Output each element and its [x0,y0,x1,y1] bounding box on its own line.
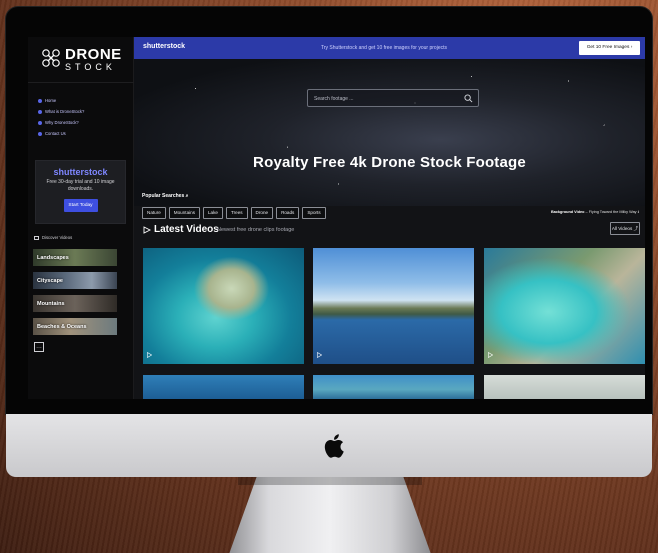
nav-label: Why DroneStock? [45,120,79,125]
promo-text: Free 30-day trial and 10 image downloads… [46,179,115,192]
popular-searches-label: Popular Searches ⌕ [142,193,188,199]
nav-item-contact[interactable]: Contact Us [38,128,84,139]
monitor-bezel: DRONE STOCK Home What is DroneStock? Why… [6,7,652,414]
download-icon[interactable]: ⭳ [638,210,639,214]
chip-lake[interactable]: Lake [203,207,223,219]
main-content: shutterstock Try Shutterstock and get 10… [134,37,645,399]
video-card-misty[interactable] [484,375,645,399]
hero-background-video [134,59,645,206]
hero-title: Royalty Free 4k Drone Stock Footage [253,154,526,171]
monitor-stand [228,477,432,553]
category-cityscape[interactable]: Cityscape [33,272,117,289]
play-icon [317,352,322,358]
video-card-coastline[interactable] [313,375,474,399]
nav-item-why[interactable]: Why DroneStock? [38,117,84,128]
play-icon [147,352,152,358]
stand-shadow [238,477,422,485]
discover-videos-heading: Discover Videos [34,235,72,240]
chip-nature[interactable]: Nature [142,207,166,219]
apple-logo-icon [324,434,344,458]
nav-label: Contact Us [45,131,66,136]
start-today-button[interactable]: Start Today [63,199,98,212]
home-icon [38,98,42,103]
category-label: Cityscape [37,277,63,284]
video-card-coast-aerial[interactable] [143,248,304,364]
chip-sports[interactable]: Sports [302,207,326,219]
popular-search-chips: Nature Mountains Lake Trees Drone Roads … [142,207,329,219]
screen: DRONE STOCK Home What is DroneStock? Why… [28,37,645,399]
nav-item-what-is[interactable]: What is DroneStock? [38,106,84,117]
category-label: Landscapes [37,254,69,261]
category-beaches-oceans[interactable]: Beaches & Oceans [33,318,117,335]
search-icon[interactable] [464,94,473,103]
shutterstock-promo: shutterstock Free 30-day trial and 10 im… [35,160,126,224]
promo-logo: shutterstock [53,167,108,177]
category-label: Beaches & Oceans [37,323,87,330]
logo-line-1: DRONE [65,46,122,63]
latest-videos-subtitle: Newest free drone clips footage [217,227,295,233]
latest-videos-title: Latest Videos [154,224,219,235]
mail-icon [38,131,42,136]
nav-label: Home [45,98,57,103]
banner-logo[interactable]: shutterstock [143,43,185,50]
info-icon [38,109,42,114]
video-card-beach-bay[interactable] [484,248,645,364]
search-input[interactable]: Search footage ... [307,89,479,107]
video-card-ocean[interactable] [143,375,304,399]
popular-label-text: Popular Searches [142,193,185,199]
hero-section: Search footage ... Royalty Free 4k Drone… [134,59,645,219]
nav-item-home[interactable]: Home [38,95,84,106]
play-icon [488,352,493,358]
more-categories-button[interactable]: … [34,342,44,352]
drone-logo-icon [42,49,60,67]
logo-line-2: STOCK [65,62,116,72]
search-small-icon: ⌕ [185,193,189,199]
discover-label: Discover Videos [42,235,73,240]
sidebar: DRONE STOCK Home What is DroneStock? Why… [28,37,134,399]
sidebar-nav: Home What is DroneStock? Why DroneStock?… [38,95,84,139]
category-mountains[interactable]: Mountains [33,295,117,312]
category-landscapes[interactable]: Landscapes [33,249,117,266]
chip-mountains[interactable]: Mountains [168,207,200,219]
search-placeholder: Search footage ... [314,96,354,102]
background-video-credit[interactable]: Background Video – Flying Toward the Mil… [551,210,639,216]
nav-label: What is DroneStock? [45,109,85,114]
video-card-lake-mountains[interactable] [313,248,474,364]
background-video-title: Flying Toward the Milky Way [588,210,637,214]
question-icon [38,120,42,125]
film-icon [34,235,39,240]
banner-message[interactable]: Try Shutterstock and get 10 free images … [284,45,484,51]
category-label: Mountains [37,300,65,307]
background-video-label: Background Video [550,210,585,214]
shutterstock-banner: shutterstock Try Shutterstock and get 10… [134,37,645,59]
chip-trees[interactable]: Trees [225,207,248,219]
site-logo[interactable]: DRONE STOCK [28,37,134,83]
chip-roads[interactable]: Roads [276,207,300,219]
get-free-images-button[interactable]: Get 10 Free Images › [579,41,640,55]
all-videos-button[interactable]: All Videos ⤴ [610,222,640,235]
chip-drone[interactable]: Drone [250,207,274,219]
play-triangle-icon [143,226,151,234]
